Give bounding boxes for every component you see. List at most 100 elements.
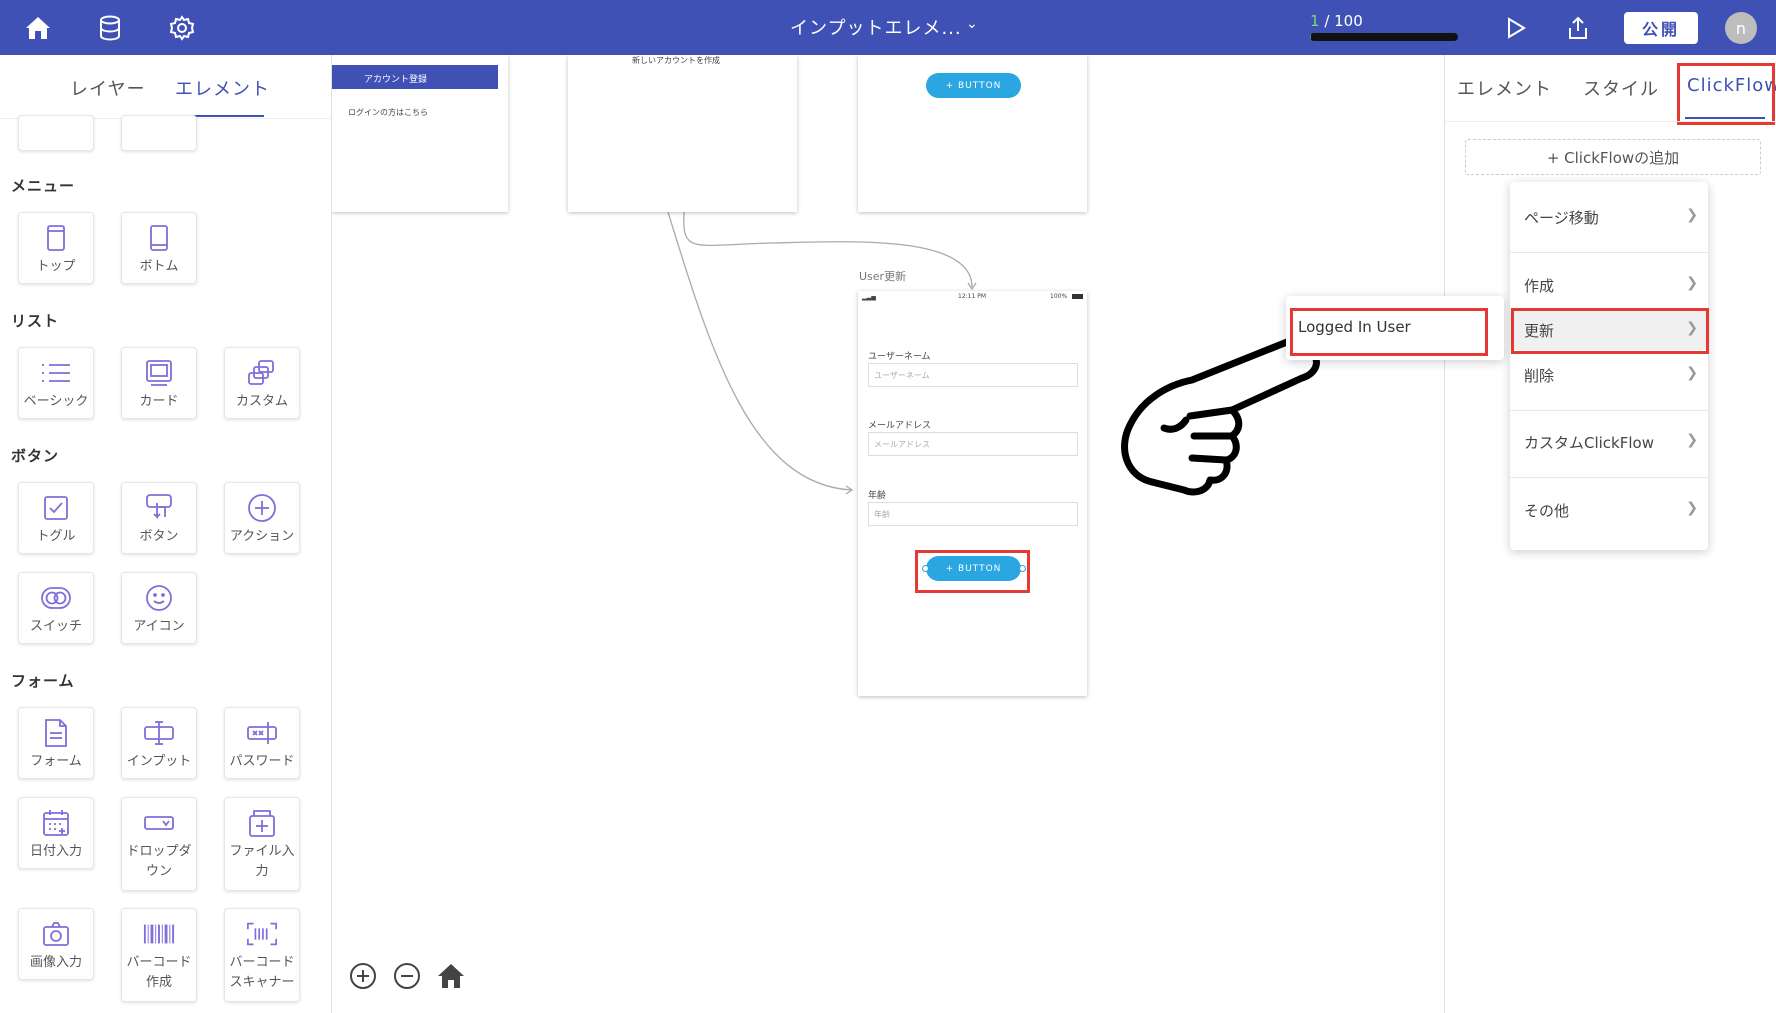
palette-item-label: パスワード [229, 754, 295, 769]
element-palette-panel: レイヤー エレメント メニュー トップ ボトム リスト ベーシック カード カス… [0, 55, 332, 1013]
tab-style[interactable]: スタイル [1583, 75, 1659, 101]
switch-icon [40, 583, 72, 613]
reset-view-home-icon[interactable] [436, 961, 466, 991]
share-upload-icon[interactable] [1562, 12, 1594, 44]
palette-item-label: ベーシック [23, 394, 89, 409]
age-input[interactable]: 年齢 [868, 502, 1078, 526]
tab-elements[interactable]: エレメント [175, 75, 270, 101]
publish-button[interactable]: 公開 [1624, 12, 1698, 44]
palette-item-dropdown[interactable]: ドロップダウン [121, 797, 197, 891]
tab-element[interactable]: エレメント [1457, 75, 1552, 101]
chevron-right-icon: ❯ [1686, 365, 1698, 381]
screen-frame-create-account[interactable]: 新しいアカウントを作成 [568, 55, 797, 212]
palette-item-date-input[interactable]: 日付入力 [18, 797, 94, 869]
palette-item-label: 画像入力 [29, 955, 82, 970]
menu-item-other[interactable]: その他 ❯ [1510, 490, 1708, 530]
palette-item-switch[interactable]: スイッチ [18, 572, 94, 644]
login-link-text: ログインの方はこちら [348, 108, 428, 117]
smiley-icon [143, 583, 175, 613]
palette-item-password[interactable]: パスワード [224, 707, 300, 779]
menu-item-label: 作成 [1524, 276, 1555, 295]
field-label-username: ユーザーネーム [868, 352, 931, 362]
list-icon [40, 358, 72, 388]
card-icon [143, 358, 175, 388]
menu-item-create[interactable]: 作成 ❯ [1510, 265, 1708, 305]
palette-item-input[interactable]: インプット [121, 707, 197, 779]
progress-counter: 1 / 100 [1310, 12, 1363, 30]
phone-top-icon [40, 223, 72, 253]
palette-item-label: 日付入力 [29, 844, 82, 859]
highlight-box-update [1511, 308, 1709, 354]
palette-item-label: ファイル入力 [229, 844, 295, 879]
menu-item-custom-clickflow[interactable]: カスタムClickFlow ❯ [1510, 422, 1708, 462]
highlight-box-clickflow-tab [1677, 63, 1775, 125]
menu-divider [1510, 410, 1708, 411]
dropdown-icon [143, 808, 175, 838]
chevron-down-icon[interactable]: ⌄ [966, 16, 978, 32]
frame-button[interactable]: + BUTTON [926, 73, 1021, 98]
zoom-out-icon[interactable] [392, 961, 422, 991]
palette-item-custom-list[interactable]: カスタム [224, 347, 300, 419]
palette-item-bottom[interactable]: ボトム [121, 212, 197, 284]
screen-frame-button[interactable]: + BUTTON [858, 55, 1087, 212]
zoom-in-icon[interactable] [348, 961, 378, 991]
menu-item-label: 削除 [1524, 366, 1555, 385]
clickflow-type-menu: ページ移動 ❯ 作成 ❯ 更新 ❯ 削除 ❯ カスタムClickFlow ❯ その他 ❯ [1510, 182, 1708, 550]
home-icon[interactable] [22, 12, 54, 44]
palette-card-partial[interactable] [121, 115, 197, 151]
palette-item-label: スイッチ [29, 619, 82, 634]
database-icon[interactable] [94, 12, 126, 44]
phone-bottom-icon [143, 223, 175, 253]
chevron-right-icon: ❯ [1686, 275, 1698, 291]
palette-item-file-input[interactable]: ファイル入力 [224, 797, 300, 891]
palette-item-top[interactable]: トップ [18, 212, 94, 284]
left-panel-tabs: レイヤー エレメント [0, 55, 331, 119]
palette-item-card-list[interactable]: カード [121, 347, 197, 419]
tab-divider [1445, 121, 1776, 122]
palette-item-image-input[interactable]: 画像入力 [18, 908, 94, 980]
screen-frame-user-update[interactable]: ▂▃▅ 12:11 PM 100% ユーザーネーム ユーザーネーム メールアドレ… [858, 291, 1087, 696]
screen-frame-account-register[interactable]: アカウント登録 ログインの方はこちら [332, 55, 508, 212]
status-time: 12:11 PM [958, 293, 986, 300]
add-clickflow-button[interactable]: + ClickFlowの追加 [1465, 139, 1761, 175]
palette-item-label: カスタム [235, 394, 288, 409]
palette-item-toggle[interactable]: トグル [18, 482, 94, 554]
menu-item-label: カスタムClickFlow [1524, 433, 1654, 452]
palette-item-label: アイコン [133, 619, 185, 634]
file-box-icon [246, 808, 278, 838]
email-input[interactable]: メールアドレス [868, 432, 1078, 456]
palette-item-icon[interactable]: アイコン [121, 572, 197, 644]
text-input-icon [143, 718, 175, 748]
frame-header: アカウント登録 [332, 65, 498, 89]
palette-item-label: アクション [229, 529, 295, 544]
palette-item-form[interactable]: フォーム [18, 707, 94, 779]
palette-item-label: バーコードスキャナー [229, 955, 295, 990]
section-title-menu: メニュー [11, 177, 76, 195]
palette-item-button[interactable]: ボタン [121, 482, 197, 554]
palette-item-action[interactable]: アクション [224, 482, 300, 554]
tab-layers[interactable]: レイヤー [70, 75, 145, 101]
progress-fill [1310, 33, 1312, 41]
palette-item-label: トグル [36, 529, 76, 544]
barcode-icon [143, 919, 175, 949]
avatar[interactable]: n [1725, 12, 1757, 44]
menu-item-page-navigation[interactable]: ページ移動 ❯ [1510, 197, 1708, 237]
palette-item-label: ボトム [139, 259, 179, 274]
password-input-icon [246, 718, 278, 748]
palette-item-basic-list[interactable]: ベーシック [18, 347, 94, 419]
palette-item-label: トップ [36, 259, 76, 274]
settings-gear-icon[interactable] [166, 12, 198, 44]
design-canvas[interactable]: アカウント登録 ログインの方はこちら 新しいアカウントを作成 + BUTTON … [332, 55, 1444, 1013]
progress-total: / 100 [1319, 12, 1363, 30]
palette-item-barcode-create[interactable]: バーコード作成 [121, 908, 197, 1002]
menu-divider [1510, 477, 1708, 478]
palette-card-partial[interactable] [18, 115, 94, 151]
palette-item-label: カード [139, 394, 179, 409]
tap-button-icon [143, 493, 175, 523]
menu-item-delete[interactable]: 削除 ❯ [1510, 355, 1708, 395]
username-input[interactable]: ユーザーネーム [868, 363, 1078, 387]
palette-item-barcode-scanner[interactable]: バーコードスキャナー [224, 908, 300, 1002]
play-icon[interactable] [1500, 12, 1532, 44]
section-title-button: ボタン [11, 447, 60, 465]
project-title[interactable]: インプットエレメ... [790, 14, 962, 40]
